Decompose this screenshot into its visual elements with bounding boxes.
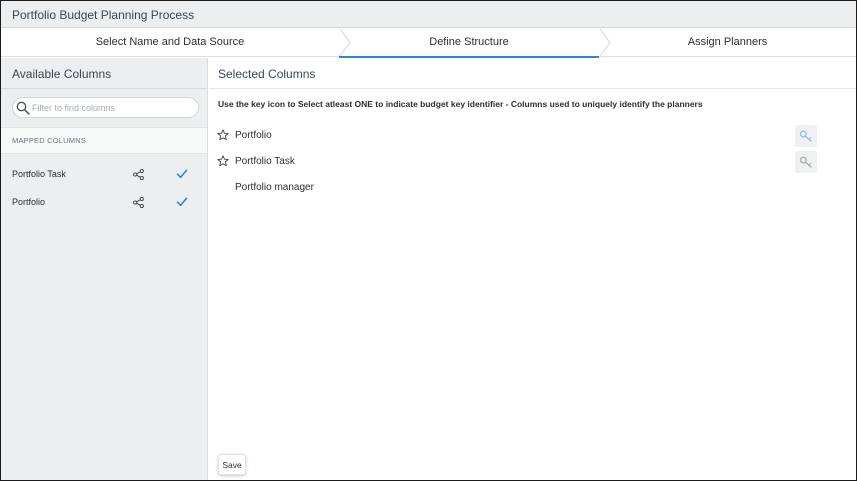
key-instruction-text: Use the key icon to Select atleast ONE t… — [218, 99, 703, 109]
page-title: Portfolio Budget Planning Process — [12, 8, 195, 22]
app-window: Portfolio Budget Planning Process Select… — [0, 0, 857, 481]
step-assign-planners[interactable]: Assign Planners — [599, 28, 856, 57]
available-column-label: Portfolio Task — [12, 169, 66, 179]
available-column-item[interactable]: Portfolio Task — [1, 161, 207, 189]
search-icon — [16, 101, 30, 115]
column-filter-input[interactable] — [32, 100, 192, 115]
selected-column-row: Portfolio — [209, 125, 856, 147]
selected-column-name: Portfolio Task — [235, 156, 295, 167]
save-button[interactable]: Save — [218, 454, 246, 475]
star-icon[interactable] — [217, 129, 229, 141]
step-select-name-and-data-source[interactable]: Select Name and Data Source — [1, 28, 339, 57]
available-column-item[interactable]: Portfolio — [1, 189, 207, 217]
selected-column-name: Portfolio manager — [235, 182, 314, 193]
share-icon[interactable] — [133, 169, 144, 180]
selected-column-name: Portfolio — [235, 130, 272, 141]
title-bar: Portfolio Budget Planning Process — [1, 1, 856, 28]
key-icon — [799, 130, 812, 142]
available-column-label: Portfolio — [12, 197, 46, 207]
available-columns-header: Available Columns — [1, 58, 207, 89]
step-define-structure[interactable]: Define Structure — [339, 28, 599, 58]
share-icon[interactable] — [133, 197, 144, 208]
column-filter-search[interactable] — [12, 97, 199, 118]
mapped-columns-header: MAPPED COLUMNS — [1, 127, 207, 154]
checkmark-icon[interactable] — [176, 196, 188, 208]
key-button[interactable] — [795, 151, 817, 173]
selected-columns-panel: Selected Columns Use the key icon to Sel… — [209, 58, 856, 480]
selected-columns-title: Selected Columns — [218, 67, 316, 81]
selected-column-row: Portfolio Task — [209, 151, 856, 173]
key-button[interactable] — [795, 125, 817, 147]
available-columns-panel: Available Columns MAPPED COLUMNS Portfol… — [1, 58, 208, 480]
checkmark-icon[interactable] — [176, 168, 188, 180]
star-icon[interactable] — [217, 155, 229, 167]
mapped-columns-label: MAPPED COLUMNS — [12, 136, 87, 145]
selected-columns-header: Selected Columns — [209, 58, 856, 89]
key-icon — [799, 156, 812, 168]
wizard-stepper: Select Name and Data Source Define Struc… — [1, 28, 856, 58]
available-columns-title: Available Columns — [12, 67, 112, 81]
